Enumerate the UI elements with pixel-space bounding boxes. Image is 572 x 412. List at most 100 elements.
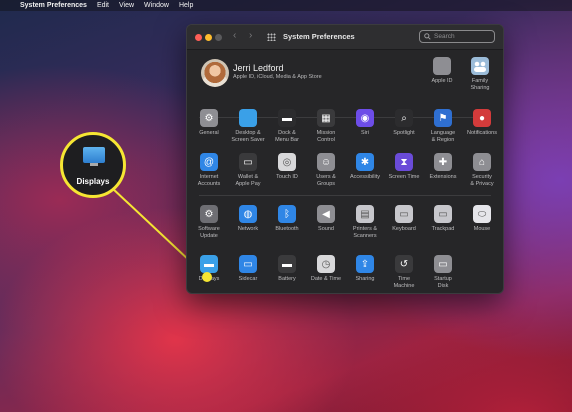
pref-label: Software Update xyxy=(198,226,220,239)
callout-label: Displays xyxy=(76,177,110,186)
pref-desktop-screen-saver[interactable]: Desktop & Screen Saver xyxy=(228,109,268,143)
pref-security-privacy[interactable]: ⌂ Security & Privacy xyxy=(462,153,502,187)
family-icon xyxy=(471,57,489,75)
show-all-grid-icon[interactable] xyxy=(267,33,276,41)
forward-arrow-icon[interactable]: › xyxy=(249,30,252,41)
pref-family-sharing[interactable]: Family Sharing xyxy=(458,57,502,91)
pref-mouse[interactable]: ⬭ Mouse xyxy=(462,205,502,233)
pref-label: Touch ID xyxy=(276,174,298,180)
keyboard-icon: ▭ xyxy=(395,205,413,223)
pref-siri[interactable]: ◉ Siri xyxy=(345,109,385,137)
title-bar: ‹ › System Preferences Search xyxy=(187,25,503,50)
pref-internet-accounts[interactable]: @ Internet Accounts xyxy=(189,153,229,187)
disk-icon: ▭ xyxy=(434,255,452,273)
hourglass-icon: ⧗ xyxy=(395,153,413,171)
section-divider xyxy=(199,195,491,196)
avatar[interactable] xyxy=(201,59,229,87)
pref-dock-menu-bar[interactable]: ▬ Dock & Menu Bar xyxy=(267,109,307,143)
pref-label: Keyboard xyxy=(392,226,416,232)
pref-label: Wallet & Apple Pay xyxy=(235,174,261,187)
pref-mission-control[interactable]: ▦ Mission Control xyxy=(306,109,346,143)
user-name: Jerri Ledford xyxy=(233,63,284,73)
pref-spotlight[interactable]: ⌕ Spotlight xyxy=(384,109,424,137)
search-placeholder: Search xyxy=(434,33,455,40)
pref-sidecar[interactable]: ▭ Sidecar xyxy=(228,255,268,283)
pref-sharing[interactable]: ⇪ Sharing xyxy=(345,255,385,283)
pref-label: Mouse xyxy=(473,226,491,232)
search-field[interactable]: Search xyxy=(419,30,495,43)
battery-icon: ▬ xyxy=(278,255,296,273)
pref-accessibility[interactable]: ✱ Accessibility xyxy=(345,153,385,181)
pref-label: Mission Control xyxy=(316,130,336,143)
pref-label: Family Sharing xyxy=(470,78,490,91)
pref-software-update[interactable]: ⚙ Software Update xyxy=(189,205,229,239)
pref-label: Extensions xyxy=(429,174,457,180)
house-icon: ⌂ xyxy=(473,153,491,171)
pref-label: Internet Accounts xyxy=(197,174,221,187)
pref-bluetooth[interactable]: ᛒ Bluetooth xyxy=(267,205,307,233)
minimize-button[interactable] xyxy=(205,34,212,41)
window-title: System Preferences xyxy=(283,32,355,41)
pref-label: General xyxy=(199,130,219,136)
pref-printers-scanners[interactable]: ▤ Printers & Scanners xyxy=(345,205,385,239)
sidecar-icon: ▭ xyxy=(239,255,257,273)
pref-screen-time[interactable]: ⧗ Screen Time xyxy=(384,153,424,181)
pref-label: Accessibility xyxy=(350,174,380,180)
accessibility-icon: ✱ xyxy=(356,153,374,171)
callout-pointer-dot xyxy=(202,272,212,282)
printer-icon: ▤ xyxy=(356,205,374,223)
pref-label: Network xyxy=(237,226,259,232)
displays-callout: Displays xyxy=(60,132,126,198)
pref-label: Printers & Scanners xyxy=(352,226,378,239)
pref-keyboard[interactable]: ▭ Keyboard xyxy=(384,205,424,233)
sharing-icon: ⇪ xyxy=(356,255,374,273)
pref-users-groups[interactable]: ☺ Users & Groups xyxy=(306,153,346,187)
pref-label: Desktop & Screen Saver xyxy=(231,130,265,143)
zoom-button[interactable] xyxy=(215,34,222,41)
back-arrow-icon[interactable]: ‹ xyxy=(233,30,236,41)
pref-label: Time Machine xyxy=(393,276,415,289)
pref-label: Startup Disk xyxy=(434,276,452,289)
siri-icon: ◉ xyxy=(356,109,374,127)
wallet-icon: ▭ xyxy=(239,153,257,171)
general-icon: ⚙ xyxy=(200,109,218,127)
fingerprint-icon: ◎ xyxy=(278,153,296,171)
dock-icon: ▬ xyxy=(278,109,296,127)
pref-label: Battery xyxy=(278,276,296,282)
pref-sound[interactable]: ◀ Sound xyxy=(306,205,346,233)
pref-label: Dock & Menu Bar xyxy=(275,130,299,143)
pref-label: Date & Time xyxy=(310,276,342,282)
globe-flag-icon: ⚑ xyxy=(434,109,452,127)
pref-battery[interactable]: ▬ Battery xyxy=(267,255,307,283)
pref-label: Bluetooth xyxy=(275,226,299,232)
mouse-icon: ⬭ xyxy=(473,205,491,223)
pref-label: Users & Groups xyxy=(316,174,336,187)
trackpad-icon: ▭ xyxy=(434,205,452,223)
system-preferences-window: ‹ › System Preferences Search Jerri Ledf… xyxy=(186,24,504,294)
user-subtitle: Apple ID, iCloud, Media & App Store xyxy=(233,74,322,80)
pref-general[interactable]: ⚙ General xyxy=(189,109,229,137)
pref-label: Spotlight xyxy=(393,130,415,136)
pref-wallet-apple-pay[interactable]: ▭ Wallet & Apple Pay xyxy=(228,153,268,187)
pref-language-region[interactable]: ⚑ Language & Region xyxy=(423,109,463,143)
desktop-icon xyxy=(239,109,257,127)
spotlight-icon: ⌕ xyxy=(395,109,413,127)
bell-icon: ● xyxy=(473,109,491,127)
pref-startup-disk[interactable]: ▭ Startup Disk xyxy=(423,255,463,289)
puzzle-icon: ✚ xyxy=(434,153,452,171)
bluetooth-icon: ᛒ xyxy=(278,205,296,223)
pref-label: Sound xyxy=(318,226,334,232)
pref-date-time[interactable]: ◷ Date & Time xyxy=(306,255,346,283)
users-icon: ☺ xyxy=(317,153,335,171)
search-icon xyxy=(424,33,431,40)
pref-touch-id[interactable]: ◎ Touch ID xyxy=(267,153,307,181)
close-button[interactable] xyxy=(195,34,202,41)
pref-time-machine[interactable]: ↺ Time Machine xyxy=(384,255,424,289)
clock-icon: ◷ xyxy=(317,255,335,273)
mission-control-icon: ▦ xyxy=(317,109,335,127)
pref-label: Sidecar xyxy=(238,276,258,282)
pref-trackpad[interactable]: ▭ Trackpad xyxy=(423,205,463,233)
pref-network[interactable]: ◍ Network xyxy=(228,205,268,233)
pref-extensions[interactable]: ✚ Extensions xyxy=(423,153,463,181)
pref-notifications[interactable]: ● Notifications xyxy=(462,109,502,137)
